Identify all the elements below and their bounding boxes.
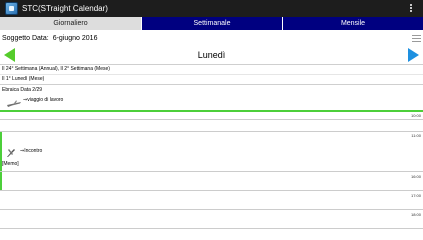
hour-line bbox=[0, 209, 423, 210]
hour-label: 11:00 bbox=[411, 133, 421, 138]
subject-date-value: 6-giugno 2016 bbox=[52, 35, 98, 42]
week-info: Il 24° Settimana (Annual), Il 2° Settima… bbox=[2, 66, 110, 72]
title-bar: STC(STraight Calendar) bbox=[0, 0, 423, 17]
hour-label: 16:00 bbox=[410, 174, 421, 179]
event-label-meeting[interactable]: ⇒Incontro bbox=[20, 148, 42, 155]
tab-monthly[interactable]: Mensile bbox=[282, 17, 423, 30]
previous-day-arrow-icon[interactable] bbox=[4, 48, 15, 62]
hamburger-menu-icon[interactable] bbox=[412, 35, 421, 43]
divider bbox=[0, 84, 423, 85]
subject-date[interactable]: Soggetto Data: 6-giugno 2016 bbox=[2, 34, 97, 43]
hour-label: 10:00 bbox=[410, 113, 421, 118]
hour-line bbox=[0, 119, 423, 120]
monday-info: Il 1° Lunedì (Mese) bbox=[2, 76, 45, 82]
day-title: Lunedì bbox=[197, 50, 226, 60]
tab-weekly[interactable]: Settimanale bbox=[141, 17, 282, 30]
current-time-bar bbox=[0, 110, 423, 112]
overflow-menu-icon[interactable] bbox=[408, 3, 414, 15]
subject-date-label: Soggetto Data: bbox=[2, 35, 49, 42]
memo-label[interactable]: [Memo] bbox=[2, 161, 19, 168]
hebrew-date: Ebraica Data 2/29 bbox=[2, 87, 43, 93]
divider bbox=[0, 64, 423, 65]
event-label-business-trip[interactable]: ⇒viaggio di lavoro bbox=[23, 97, 63, 104]
app-logo-icon bbox=[5, 2, 18, 15]
hour-line bbox=[0, 171, 423, 172]
hour-line bbox=[0, 228, 423, 229]
app-title: STC(STraight Calendar) bbox=[22, 4, 108, 13]
day-navigation: Lunedì bbox=[0, 46, 423, 64]
event-label: Incontro bbox=[24, 148, 43, 154]
hour-line bbox=[0, 131, 423, 132]
divider bbox=[0, 74, 423, 75]
hour-label: 17:00 bbox=[410, 193, 421, 198]
view-tabs: Giornaliero Settimanale Mensile bbox=[0, 17, 423, 30]
tab-daily[interactable]: Giornaliero bbox=[0, 17, 141, 30]
event-label: viaggio di lavoro bbox=[27, 97, 64, 103]
hour-label: 18:00 bbox=[410, 212, 421, 217]
hour-line bbox=[0, 190, 423, 191]
next-day-arrow-icon[interactable] bbox=[408, 48, 419, 62]
